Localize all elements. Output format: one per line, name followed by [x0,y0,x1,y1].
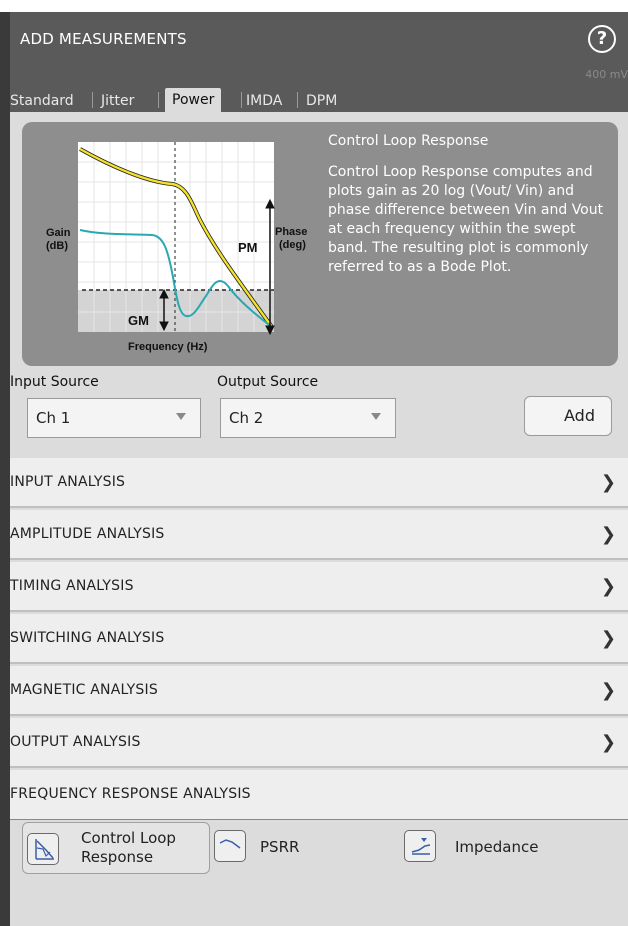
chevron-right-icon: ❯ [600,732,616,753]
chevron-down-icon [371,413,381,420]
chevron-down-icon [176,413,186,420]
tab-power[interactable]: Power [165,88,222,112]
tab-divider [158,92,159,108]
output-source-select[interactable]: Ch 2 [220,398,396,438]
control-loop-icon [27,833,59,865]
section-label: AMPLITUDE ANALYSIS [10,526,165,542]
measurement-title: Control Loop Response [328,133,489,149]
section-label: SWITCHING ANALYSIS [10,630,165,646]
chevron-right-icon: ❯ [600,628,616,649]
section-input-analysis[interactable]: INPUT ANALYSIS ❯ [10,458,628,508]
gain-axis-label: Gain [46,227,71,239]
impedance-label[interactable]: Impedance [455,838,538,857]
section-label: INPUT ANALYSIS [10,474,126,490]
measurement-tabs: Standard Jitter Power IMDA DPM [10,68,628,112]
section-label: FREQUENCY RESPONSE ANALYSIS [10,786,251,802]
bode-plot-diagram: Gain (dB) Phase (deg) PM GM Frequency (H… [46,142,307,353]
frequency-response-items: Control Loop Response PSRR Impedance [10,820,628,926]
gain-axis-unit: (dB) [46,240,68,252]
section-label: OUTPUT ANALYSIS [10,734,141,750]
tab-standard[interactable]: Standard [10,90,74,112]
output-source-value: Ch 2 [229,409,264,427]
input-source-select[interactable]: Ch 1 [27,398,201,438]
tab-dpm[interactable]: DPM [306,90,337,112]
input-source-value: Ch 1 [36,409,71,427]
psrr-label[interactable]: PSRR [260,838,299,857]
tab-divider [241,92,242,108]
psrr-icon[interactable] [214,830,246,862]
add-button[interactable]: Add [524,396,612,436]
chevron-right-icon: ❯ [600,680,616,701]
section-switching-analysis[interactable]: SWITCHING ANALYSIS ❯ [10,614,628,664]
section-output-analysis[interactable]: OUTPUT ANALYSIS ❯ [10,718,628,768]
section-magnetic-analysis[interactable]: MAGNETIC ANALYSIS ❯ [10,666,628,716]
phase-axis-unit: (deg) [279,239,306,251]
section-timing-analysis[interactable]: TIMING ANALYSIS ❯ [10,562,628,612]
measurement-description: Control Loop Response Control Loop Respo… [328,132,616,277]
measurement-description-text: Control Loop Response computes and plots… [328,164,604,275]
section-label: MAGNETIC ANALYSIS [10,682,158,698]
panel-header: ADD MEASUREMENTS ? [10,12,628,68]
input-source-label: Input Source [10,374,99,390]
control-loop-response-button[interactable]: Control Loop Response [22,822,210,874]
chevron-right-icon: ❯ [600,576,616,597]
section-amplitude-analysis[interactable]: AMPLITUDE ANALYSIS ❯ [10,510,628,560]
tab-imda[interactable]: IMDA [246,90,282,112]
control-loop-label-2: Response [81,848,154,866]
control-loop-label-1: Control Loop [81,829,176,847]
section-label: TIMING ANALYSIS [10,578,134,594]
question-circle-icon[interactable]: ? [588,25,616,53]
add-measurements-panel: ADD MEASUREMENTS ? Standard Jitter Power… [0,12,628,926]
section-frequency-response-analysis[interactable]: FREQUENCY RESPONSE ANALYSIS [10,770,628,820]
gm-label: GM [128,313,149,328]
tab-divider [297,92,298,108]
chevron-right-icon: ❯ [600,472,616,493]
ghost-scale-text: 400 mV [585,68,628,81]
panel-title: ADD MEASUREMENTS [20,30,187,48]
output-source-label: Output Source [217,374,319,390]
measurement-info-box: Gain (dB) Phase (deg) PM GM Frequency (H… [22,122,618,366]
tab-jitter[interactable]: Jitter [101,90,134,112]
pm-label: PM [238,240,258,255]
phase-axis-label: Phase [275,226,307,238]
impedance-icon[interactable] [404,830,436,862]
tab-divider [92,92,93,108]
frequency-axis-label: Frequency (Hz) [128,341,208,353]
chevron-right-icon: ❯ [600,524,616,545]
